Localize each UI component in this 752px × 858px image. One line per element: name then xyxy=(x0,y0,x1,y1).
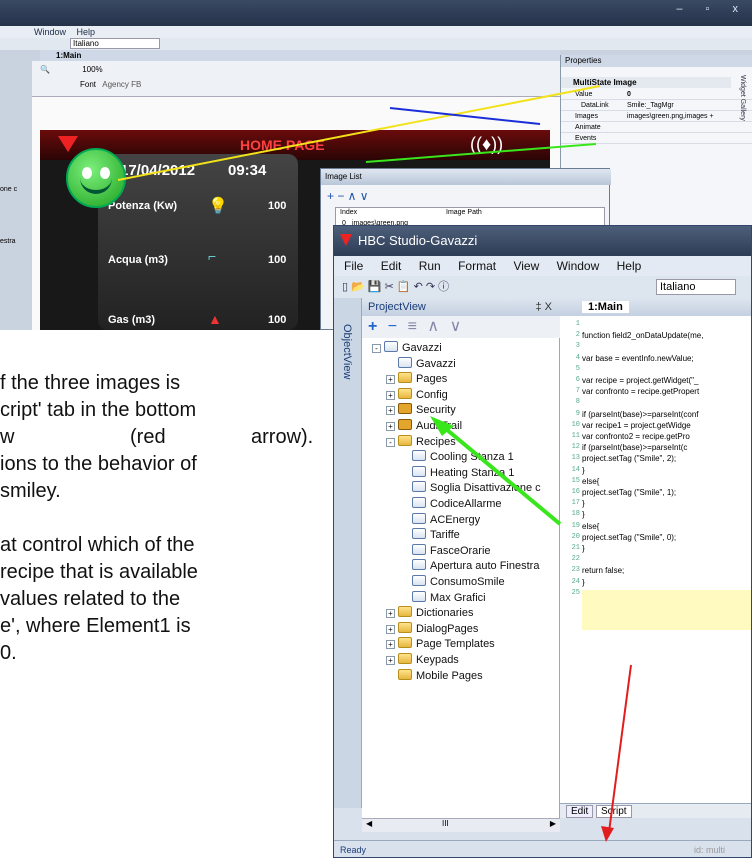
green-arrow-top xyxy=(365,143,597,163)
green-arrow-tree xyxy=(438,422,562,526)
yellow-arrow xyxy=(117,85,601,181)
red-arrow xyxy=(608,664,632,833)
annotation-arrows xyxy=(117,85,632,842)
red-arrow-head xyxy=(601,826,614,842)
